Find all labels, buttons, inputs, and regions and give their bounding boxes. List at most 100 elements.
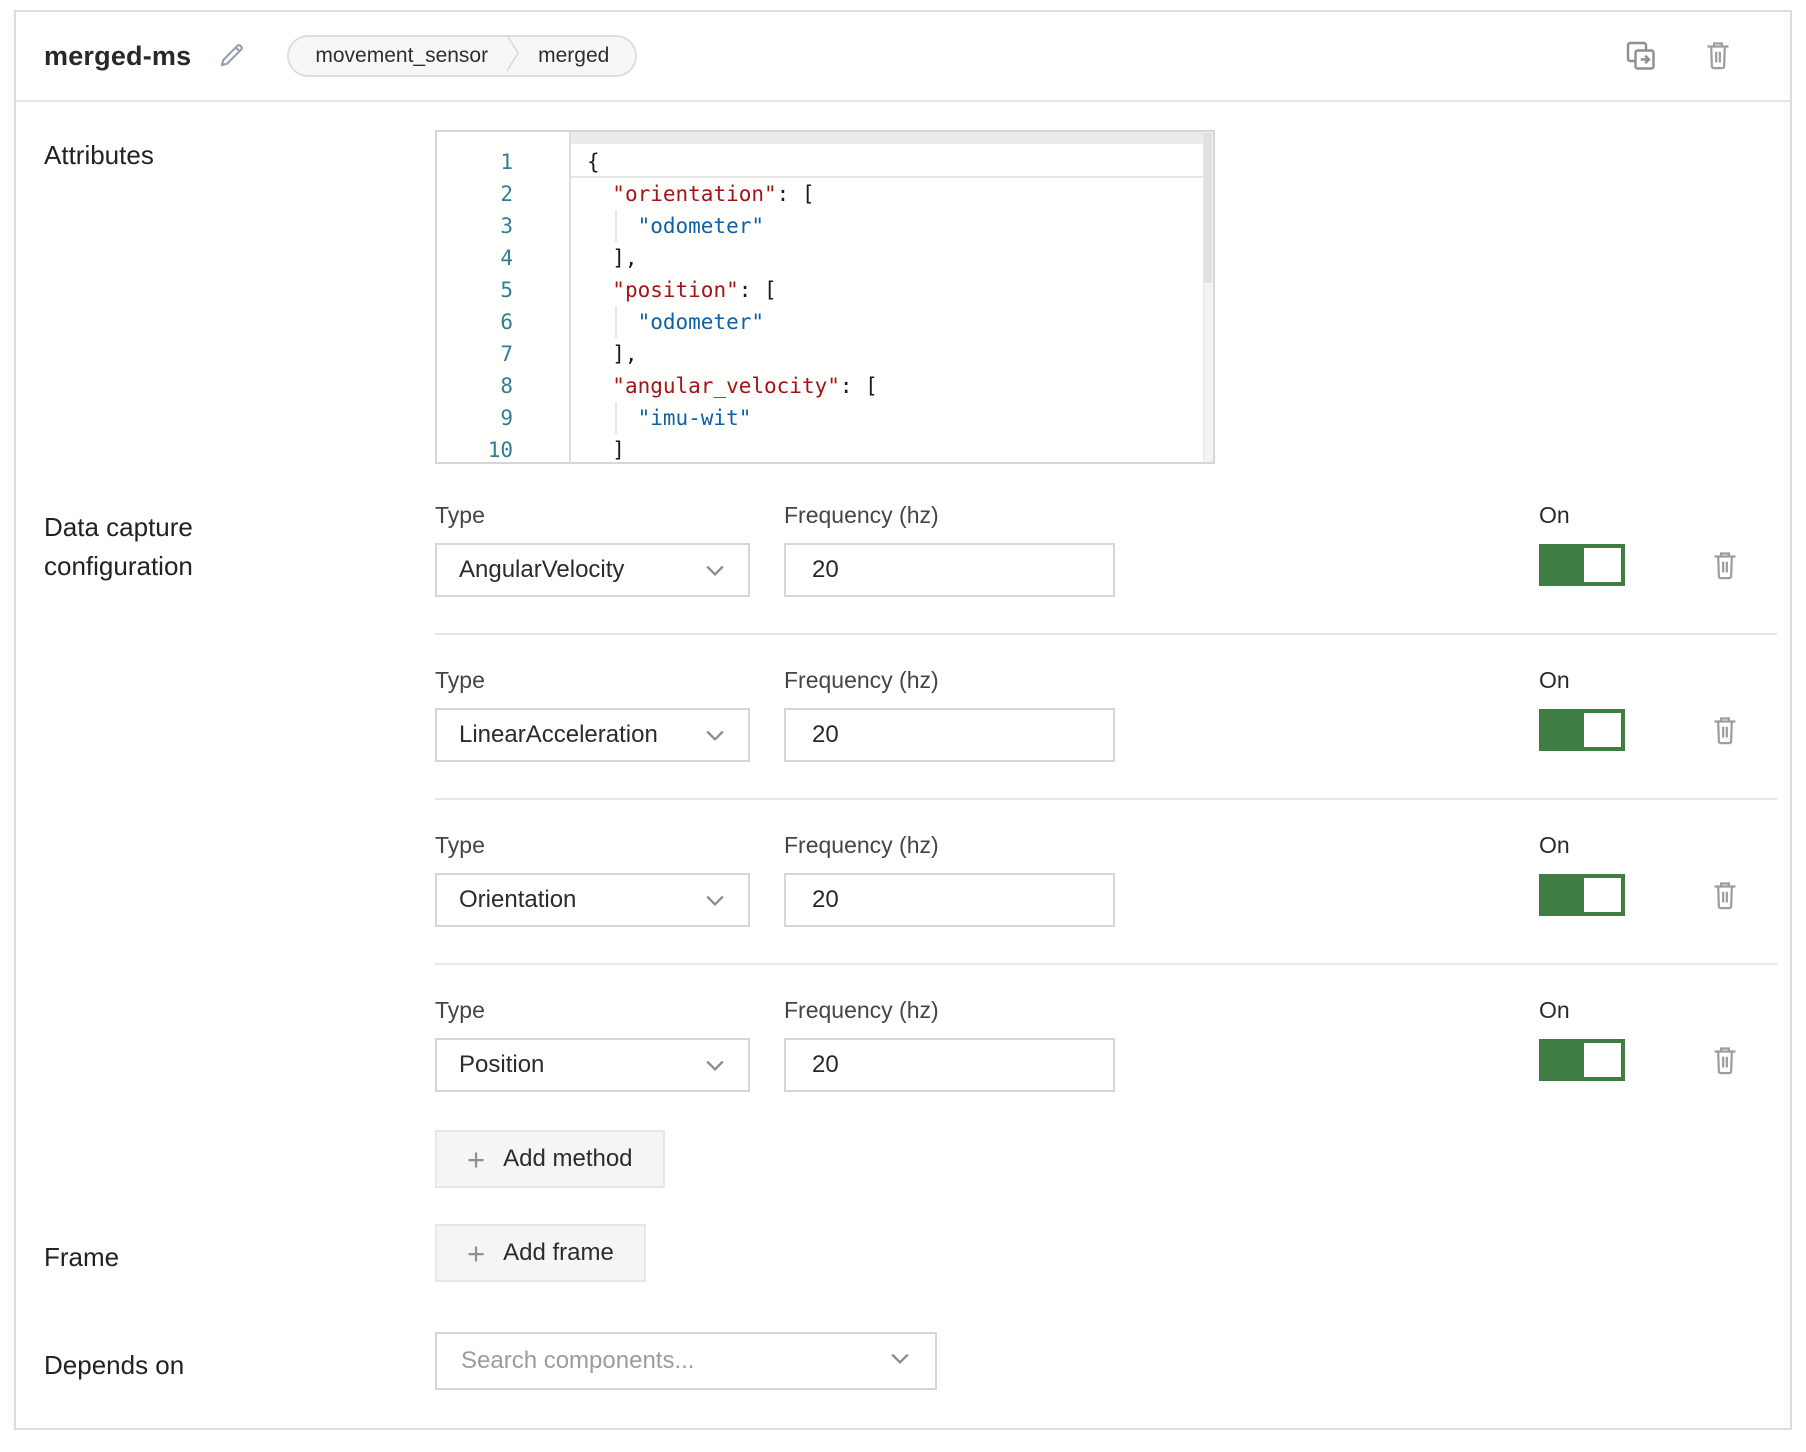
component-type-pill: movement_sensor merged: [287, 35, 637, 77]
chevron-down-icon: [704, 556, 726, 584]
frequency-input[interactable]: [784, 873, 1115, 927]
capture-method-row: Type Orientation Frequency (hz) On: [435, 832, 1777, 927]
data-capture-label: Data capture configuration: [44, 502, 435, 586]
capture-method-row: Type Position Frequency (hz) On: [435, 997, 1777, 1092]
capture-toggle[interactable]: [1539, 544, 1625, 586]
toggle-knob: [1584, 713, 1621, 747]
delete-method-button[interactable]: [1709, 878, 1741, 915]
code-text: "odometer": [569, 306, 1213, 338]
edit-name-button[interactable]: [217, 40, 247, 73]
frequency-input[interactable]: [784, 1038, 1115, 1092]
line-number: 9: [437, 402, 569, 434]
frequency-input[interactable]: [784, 543, 1115, 597]
on-label: On: [1539, 832, 1625, 859]
type-select[interactable]: AngularVelocity: [435, 543, 750, 597]
code-line: 1{: [437, 146, 1213, 178]
chevron-right-icon: [506, 33, 520, 79]
attributes-code-editor[interactable]: 1{2 "orientation": [3 "odometer"4 ],5 "p…: [435, 130, 1215, 464]
component-type: movement_sensor: [315, 44, 488, 68]
type-label: Type: [435, 832, 750, 859]
capture-toggle[interactable]: [1539, 1039, 1625, 1081]
add-frame-button[interactable]: + Add frame: [435, 1224, 646, 1282]
code-line: 9 "imu-wit": [437, 402, 1213, 434]
active-line-underline: [571, 176, 1203, 178]
code-text: "odometer": [569, 210, 1213, 242]
code-lines: 1{2 "orientation": [3 "odometer"4 ],5 "p…: [437, 132, 1213, 464]
toggle-knob: [1584, 1043, 1621, 1077]
attributes-label: Attributes: [44, 130, 435, 175]
data-capture-section: Data capture configuration Type AngularV…: [44, 502, 1790, 1188]
line-number: 10: [437, 434, 569, 464]
attributes-section: Attributes 1{2 "orientation": [3 "odomet…: [44, 130, 1790, 464]
type-select[interactable]: Orientation: [435, 873, 750, 927]
code-line: 5 "position": [: [437, 274, 1213, 306]
capture-toggle[interactable]: [1539, 709, 1625, 751]
depends-on-select[interactable]: Search components...: [435, 1332, 937, 1390]
frequency-label: Frequency (hz): [784, 832, 1115, 859]
on-label: On: [1539, 667, 1625, 694]
type-select-value: Position: [459, 1051, 544, 1079]
code-line: 10 ]: [437, 434, 1213, 464]
component-model: merged: [538, 44, 609, 68]
capture-method-row: Type LinearAcceleration Frequency (hz) O…: [435, 667, 1777, 762]
row-separator: [435, 963, 1777, 965]
type-label: Type: [435, 997, 750, 1024]
capture-toggle[interactable]: [1539, 874, 1625, 916]
code-text: "angular_velocity": [: [569, 370, 1213, 402]
delete-component-button[interactable]: [1702, 38, 1734, 75]
frequency-label: Frequency (hz): [784, 502, 1115, 529]
trash-icon: [1702, 38, 1734, 75]
frame-section: Frame + Add frame: [44, 1224, 1790, 1282]
code-text: "imu-wit": [569, 402, 1213, 434]
line-number: 7: [437, 338, 569, 370]
line-number: 4: [437, 242, 569, 274]
code-text: ],: [569, 242, 1213, 274]
type-select-value: AngularVelocity: [459, 556, 624, 584]
duplicate-icon: [1622, 37, 1658, 76]
code-line: 6 "odometer": [437, 306, 1213, 338]
row-separator: [435, 633, 1777, 635]
add-method-button[interactable]: + Add method: [435, 1130, 665, 1188]
chevron-down-icon: [704, 721, 726, 749]
code-line: 4 ],: [437, 242, 1213, 274]
type-select-value: LinearAcceleration: [459, 721, 658, 749]
plus-icon: +: [467, 1144, 485, 1175]
editor-scrollbar-thumb[interactable]: [1204, 133, 1212, 283]
row-separator: [435, 798, 1777, 800]
delete-method-button[interactable]: [1709, 1043, 1741, 1080]
depends-on-label: Depends on: [44, 1332, 435, 1385]
component-name: merged-ms: [44, 41, 191, 72]
chevron-down-icon: [704, 886, 726, 914]
trash-icon: [1709, 878, 1741, 915]
duplicate-component-button[interactable]: [1622, 37, 1658, 76]
on-label: On: [1539, 502, 1625, 529]
line-number: 8: [437, 370, 569, 402]
trash-icon: [1709, 548, 1741, 585]
trash-icon: [1709, 1043, 1741, 1080]
frequency-input[interactable]: [784, 708, 1115, 762]
line-number: 6: [437, 306, 569, 338]
type-label: Type: [435, 502, 750, 529]
code-text: "position": [: [569, 274, 1213, 306]
code-line: 7 ],: [437, 338, 1213, 370]
plus-icon: +: [467, 1238, 485, 1269]
delete-method-button[interactable]: [1709, 713, 1741, 750]
trash-icon: [1709, 713, 1741, 750]
gutter-divider: [569, 132, 571, 462]
line-number: 1: [437, 146, 569, 178]
type-select[interactable]: LinearAcceleration: [435, 708, 750, 762]
code-text: {: [569, 146, 1213, 178]
pencil-icon: [217, 40, 247, 73]
toggle-knob: [1584, 548, 1621, 582]
active-line-highlight: [571, 132, 1203, 144]
frequency-label: Frequency (hz): [784, 997, 1115, 1024]
frame-label: Frame: [44, 1224, 435, 1277]
component-header: merged-ms movement_sensor merged: [16, 12, 1790, 102]
code-text: "orientation": [: [569, 178, 1213, 210]
delete-method-button[interactable]: [1709, 548, 1741, 585]
code-line: 2 "orientation": [: [437, 178, 1213, 210]
chevron-down-icon: [889, 1352, 911, 1370]
type-select[interactable]: Position: [435, 1038, 750, 1092]
depends-on-placeholder: Search components...: [461, 1347, 694, 1375]
editor-scrollbar[interactable]: [1203, 132, 1213, 462]
